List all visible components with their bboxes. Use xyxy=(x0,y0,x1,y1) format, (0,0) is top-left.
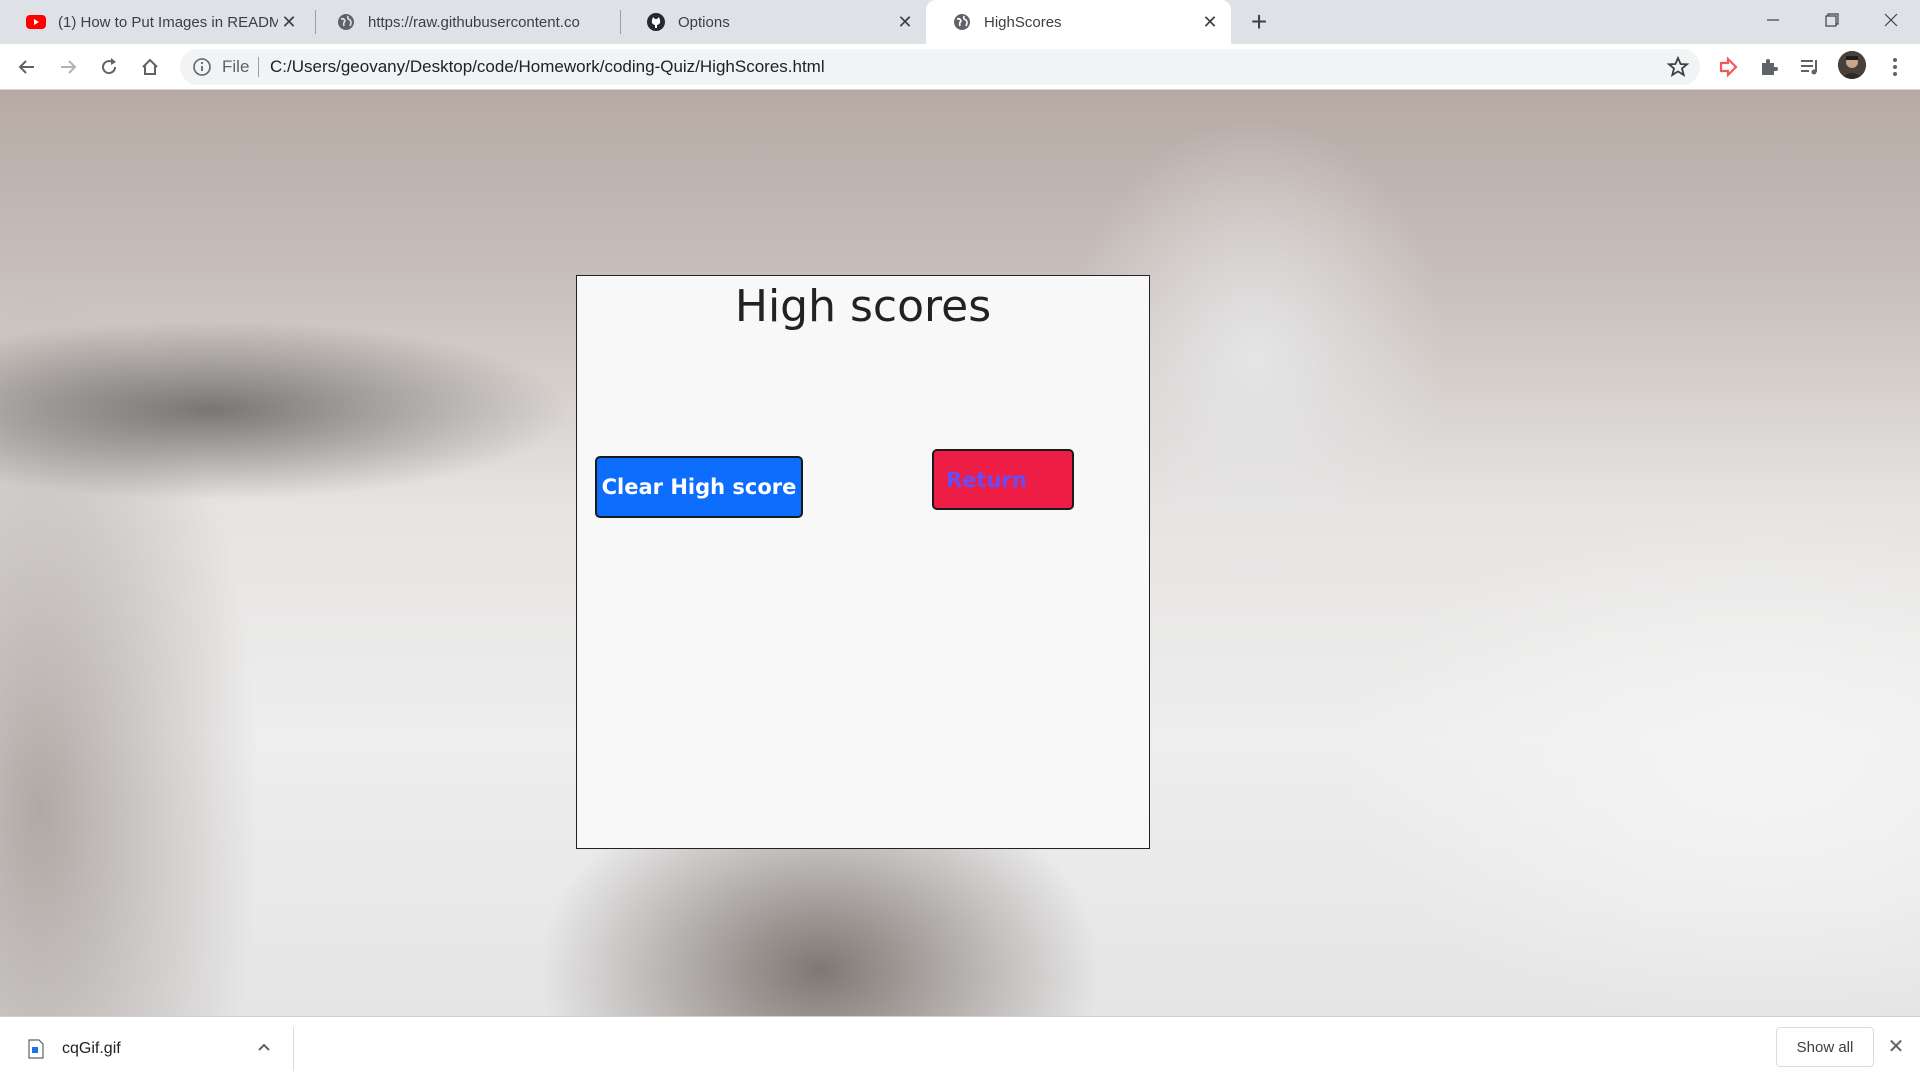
github-icon xyxy=(646,12,666,32)
divider xyxy=(293,1027,294,1071)
close-tab-icon[interactable]: ✕ xyxy=(278,11,300,33)
globe-icon xyxy=(952,12,972,32)
close-tab-icon[interactable]: ✕ xyxy=(894,11,916,33)
file-icon xyxy=(28,1039,44,1059)
tab-title: Options xyxy=(678,13,730,31)
tab-title: (1) How to Put Images in READM xyxy=(58,13,278,31)
highscores-card: High scores Clear High score Return xyxy=(576,275,1150,849)
tab-youtube[interactable]: (1) How to Put Images in READM ✕ xyxy=(0,0,310,44)
clear-high-score-button[interactable]: Clear High score xyxy=(595,456,803,518)
reload-icon[interactable] xyxy=(93,51,125,83)
extensions-puzzle-icon[interactable] xyxy=(1753,51,1785,83)
scheme-label: File xyxy=(222,57,250,76)
forward-arrow-icon[interactable] xyxy=(52,51,84,83)
back-arrow-icon[interactable] xyxy=(11,51,43,83)
return-button[interactable]: Return xyxy=(932,449,1074,510)
bookmark-star-icon[interactable] xyxy=(1666,55,1690,79)
close-window-icon[interactable] xyxy=(1862,0,1920,40)
url-text[interactable]: C:/Users/geovany/Desktop/code/Homework/c… xyxy=(270,57,825,77)
extension-arrow-icon[interactable] xyxy=(1712,51,1744,83)
minimize-icon[interactable] xyxy=(1744,0,1802,40)
tab-title: HighScores xyxy=(984,13,1062,31)
home-icon[interactable] xyxy=(134,51,166,83)
download-filename[interactable]: cqGif.gif xyxy=(62,1040,121,1058)
show-all-button[interactable]: Show all xyxy=(1776,1027,1874,1067)
page-title: High scores xyxy=(734,281,992,332)
tab-highscores[interactable]: HighScores ✕ xyxy=(926,0,1231,44)
tab-strip: (1) How to Put Images in READM ✕ https:/… xyxy=(0,0,1920,44)
close-tab-icon[interactable]: ✕ xyxy=(1199,11,1221,33)
download-bar: cqGif.gif Show all ✕ xyxy=(0,1016,1920,1080)
browser-toolbar: File C:/Users/geovany/Desktop/code/Homew… xyxy=(0,44,1920,90)
page-viewport: High scores Clear High score Return xyxy=(0,90,1920,1016)
tab-title: https://raw.githubusercontent.co xyxy=(368,13,580,31)
globe-icon xyxy=(336,12,356,32)
restore-icon[interactable] xyxy=(1803,0,1861,40)
tab-raw-githubusercontent[interactable]: https://raw.githubusercontent.co xyxy=(310,0,620,44)
close-icon[interactable]: ✕ xyxy=(1884,1035,1908,1059)
info-icon[interactable] xyxy=(192,57,212,77)
profile-avatar[interactable] xyxy=(1838,51,1866,79)
new-tab-icon[interactable]: + xyxy=(1244,8,1274,38)
tab-options[interactable]: Options ✕ xyxy=(620,0,926,44)
youtube-icon xyxy=(26,12,46,32)
address-bar[interactable]: File C:/Users/geovany/Desktop/code/Homew… xyxy=(180,49,1700,85)
divider xyxy=(258,57,259,77)
chevron-up-icon[interactable] xyxy=(254,1037,274,1057)
menu-kebab-icon[interactable] xyxy=(1879,51,1911,83)
media-queue-icon[interactable] xyxy=(1794,51,1826,83)
